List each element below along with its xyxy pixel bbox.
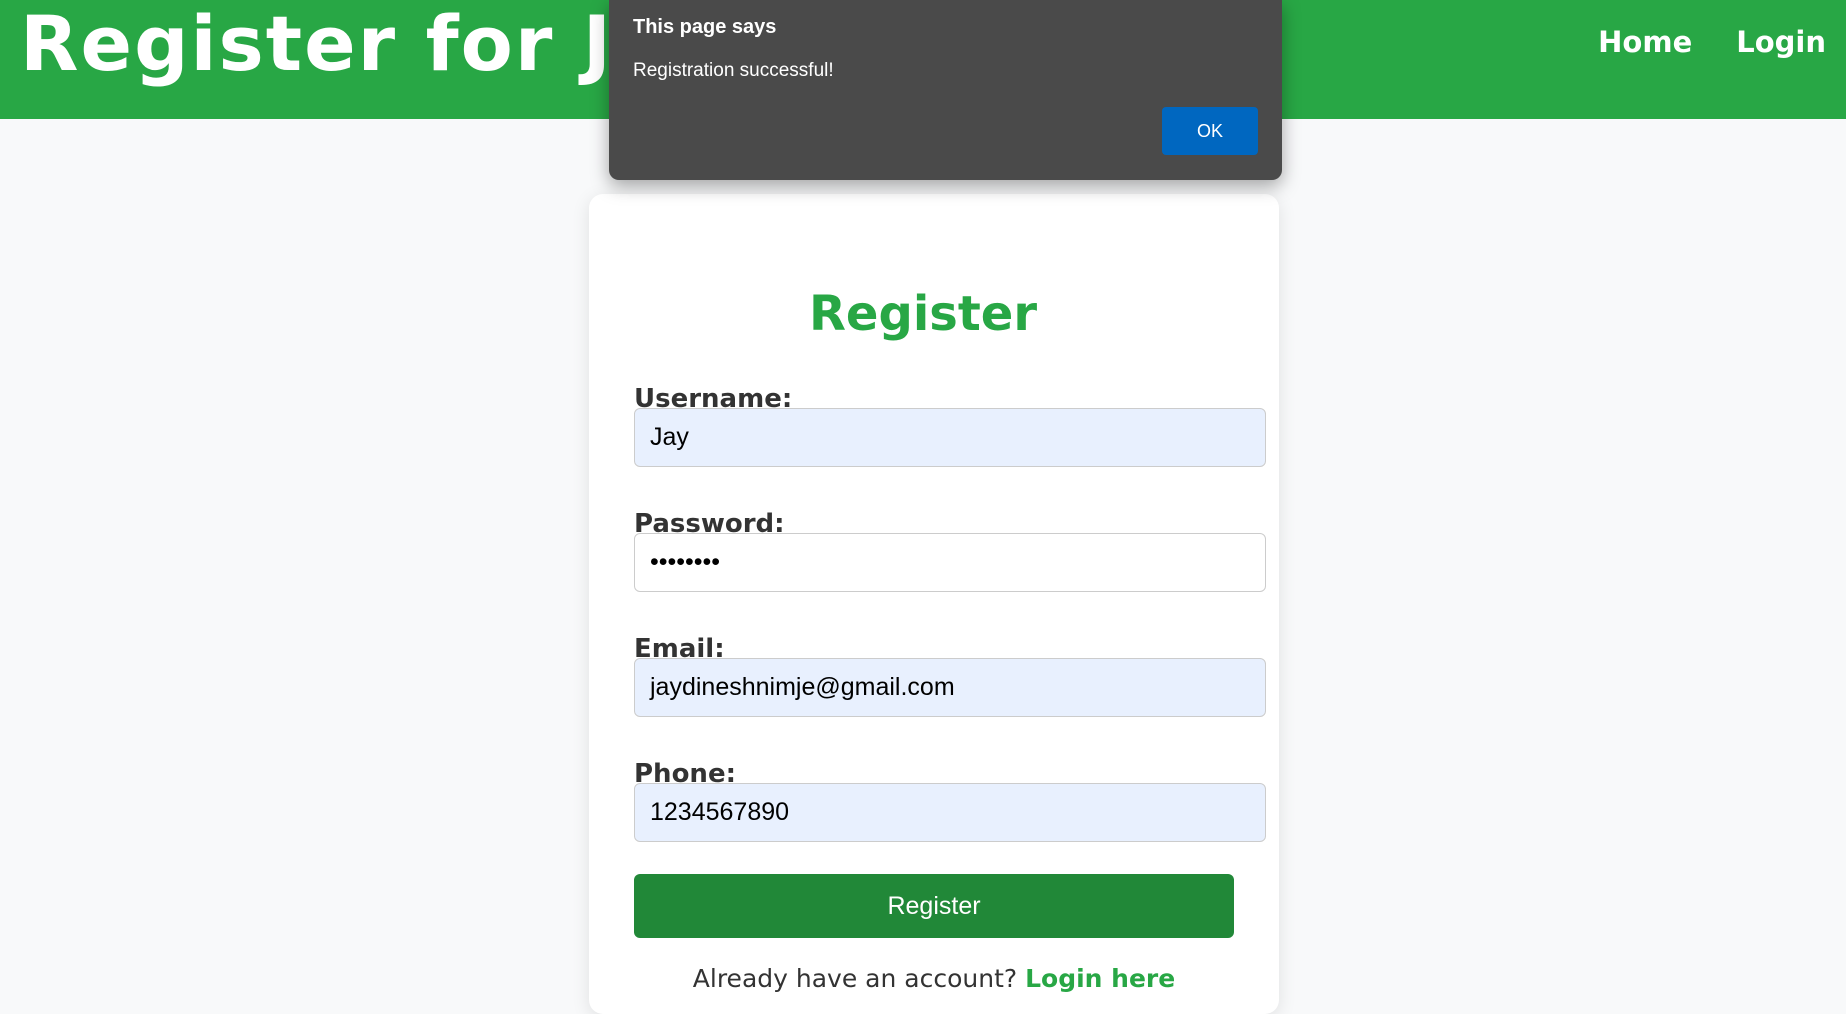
dialog-ok-button[interactable]: OK bbox=[1162, 107, 1258, 155]
login-here-link[interactable]: Login here bbox=[1025, 964, 1175, 993]
form-title: Register bbox=[808, 286, 1038, 342]
dialog-title: This page says bbox=[633, 16, 777, 38]
phone-input[interactable]: 1234567890 bbox=[634, 783, 1266, 842]
email-input[interactable]: jaydineshnimje@gmail.com bbox=[634, 658, 1266, 717]
nav-home-link[interactable]: Home bbox=[1598, 22, 1692, 62]
login-prompt-text: Already have an account? bbox=[692, 964, 1018, 993]
nav-login-link[interactable]: Login bbox=[1736, 22, 1826, 62]
password-input[interactable]: •••••••• bbox=[634, 533, 1266, 592]
alert-dialog: This page says Registration successful! … bbox=[609, 0, 1282, 180]
top-nav: Home Login bbox=[1598, 22, 1826, 62]
username-input[interactable]: Jay bbox=[634, 408, 1266, 467]
login-prompt-line: Already have an account? Login here bbox=[589, 962, 1279, 996]
register-button[interactable]: Register bbox=[634, 874, 1234, 938]
dialog-message: Registration successful! bbox=[633, 60, 834, 81]
